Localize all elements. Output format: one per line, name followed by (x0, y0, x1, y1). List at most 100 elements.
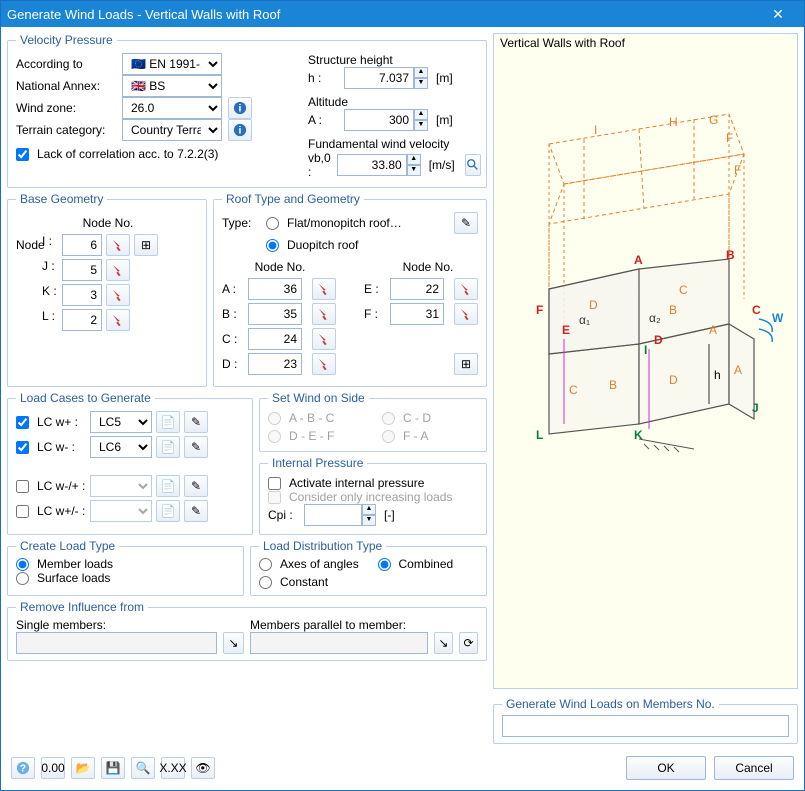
cancel-button[interactable]: Cancel (714, 756, 794, 780)
v-sym: vb,0 : (308, 151, 331, 179)
lc-label: LC w-/+ : (37, 479, 85, 493)
lc-check[interactable] (16, 416, 29, 429)
lc-check[interactable] (16, 480, 29, 493)
parallel-members-label: Members parallel to member: (250, 618, 478, 632)
lc-edit-icon[interactable]: ✎ (184, 436, 208, 458)
lc-new-icon: 📄 (156, 475, 180, 497)
pick-node-icon[interactable] (312, 353, 336, 375)
a-unit: [m] (436, 113, 453, 127)
side-abc-label: A - B - C (289, 411, 334, 425)
duopitch-radio[interactable] (266, 239, 279, 252)
roof-input-F[interactable] (390, 303, 444, 325)
spin-down-icon[interactable]: ▼ (414, 78, 428, 89)
svg-text:A: A (709, 323, 717, 337)
activate-internal-check[interactable] (268, 477, 281, 490)
spin-down-icon[interactable]: ▼ (407, 165, 421, 176)
pick-node-icon[interactable] (106, 234, 130, 256)
node-input-K[interactable] (62, 284, 102, 306)
info-icon[interactable]: i (228, 97, 252, 119)
annex-select[interactable]: 🇬🇧 BS (122, 75, 222, 97)
base-legend: Base Geometry (16, 192, 107, 206)
roof-input-B[interactable] (248, 303, 302, 325)
lc-new-icon[interactable]: 📄 (156, 436, 180, 458)
svg-text:D: D (669, 373, 678, 387)
spin-up-icon[interactable]: ▲ (407, 154, 421, 165)
spin-up-icon: ▲ (362, 504, 376, 515)
pick-node-icon[interactable] (312, 278, 336, 300)
pick-multi-icon[interactable]: ⊞ (454, 353, 478, 375)
a-input[interactable] (344, 109, 414, 131)
roof-sym: C : (222, 332, 244, 346)
dist-legend: Load Distribution Type (259, 539, 386, 553)
info-icon[interactable]: i (228, 119, 252, 141)
zoom-icon[interactable]: 🔍 (131, 757, 155, 779)
pick-node-icon[interactable] (106, 309, 130, 331)
lc-select[interactable]: LC6 (90, 436, 152, 458)
lc-edit-icon[interactable]: ✎ (184, 411, 208, 433)
magnify-icon[interactable] (465, 154, 481, 176)
member-loads-radio[interactable] (16, 558, 29, 571)
single-members-input[interactable] (16, 632, 217, 654)
repeat-icon[interactable]: ⟳ (459, 632, 478, 654)
surface-loads-radio[interactable] (16, 572, 29, 585)
combined-radio[interactable] (378, 558, 391, 571)
svg-text:B: B (726, 248, 735, 262)
parallel-members-input[interactable] (250, 632, 428, 654)
roof-input-A[interactable] (248, 278, 302, 300)
help-icon[interactable]: ? (11, 757, 35, 779)
svg-text:α₂: α₂ (649, 311, 661, 325)
roof-sym: E : (364, 282, 386, 296)
lc-select[interactable]: LC5 (90, 411, 152, 433)
roof-input-C[interactable] (248, 328, 302, 350)
flat-roof-radio[interactable] (266, 217, 279, 230)
spin-down-icon[interactable]: ▼ (414, 120, 428, 131)
ok-button[interactable]: OK (626, 756, 706, 780)
gen-members-input[interactable] (502, 715, 789, 737)
v-input[interactable] (337, 154, 407, 176)
view-icon[interactable]: 👁 (191, 757, 215, 779)
save-icon[interactable]: 💾 (101, 757, 125, 779)
calc-icon[interactable]: 0.00 (41, 757, 65, 779)
pick-multi-icon[interactable]: ⊞ (134, 234, 158, 256)
lc-check[interactable] (16, 505, 29, 518)
lc-new-icon: 📄 (156, 500, 180, 522)
load-cases-group: Load Cases to Generate LC w+ : LC5 📄 ✎ L… (7, 391, 253, 535)
close-icon[interactable]: ✕ (758, 6, 798, 23)
pick-node-icon[interactable] (312, 303, 336, 325)
svg-text:D: D (654, 333, 663, 347)
lack-correlation-check[interactable] (16, 148, 29, 161)
according-select[interactable]: 🇪🇺 EN 1991-1-4 (122, 53, 222, 75)
text-icon[interactable]: X.XX (161, 757, 185, 779)
roof-edit-icon[interactable]: ✎ (454, 212, 478, 234)
pick-node-icon[interactable] (454, 278, 478, 300)
h-unit: [m] (436, 71, 453, 85)
spin-up-icon[interactable]: ▲ (414, 109, 428, 120)
lc-check[interactable] (16, 441, 29, 454)
spin-up-icon[interactable]: ▲ (414, 67, 428, 78)
constant-radio[interactable] (259, 576, 272, 589)
terrain-select[interactable]: Country Terrain (122, 119, 222, 141)
roof-input-D[interactable] (248, 353, 302, 375)
pick-node-icon[interactable] (454, 303, 478, 325)
svg-text:L: L (536, 428, 543, 442)
pick-node-icon[interactable] (312, 328, 336, 350)
pick-node-icon[interactable] (106, 284, 130, 306)
zone-select[interactable]: 26.0 (122, 97, 222, 119)
constant-label: Constant (280, 575, 328, 589)
pick-icon[interactable]: ↘ (223, 632, 244, 654)
pick-icon[interactable]: ↘ (434, 632, 453, 654)
axes-angles-radio[interactable] (259, 558, 272, 571)
node-input-L[interactable] (62, 309, 102, 331)
open-icon[interactable]: 📂 (71, 757, 95, 779)
node-input-I[interactable] (62, 234, 102, 256)
internal-pressure-group: Internal Pressure Activate internal pres… (259, 456, 487, 535)
pick-node-icon[interactable] (106, 259, 130, 281)
lc-edit-icon: ✎ (184, 475, 208, 497)
h-sym: h : (308, 71, 338, 85)
node-input-J[interactable] (62, 259, 102, 281)
svg-text:H: H (669, 115, 678, 129)
lc-new-icon[interactable]: 📄 (156, 411, 180, 433)
h-input[interactable] (344, 67, 414, 89)
svg-text:A: A (734, 363, 742, 377)
roof-input-E[interactable] (390, 278, 444, 300)
